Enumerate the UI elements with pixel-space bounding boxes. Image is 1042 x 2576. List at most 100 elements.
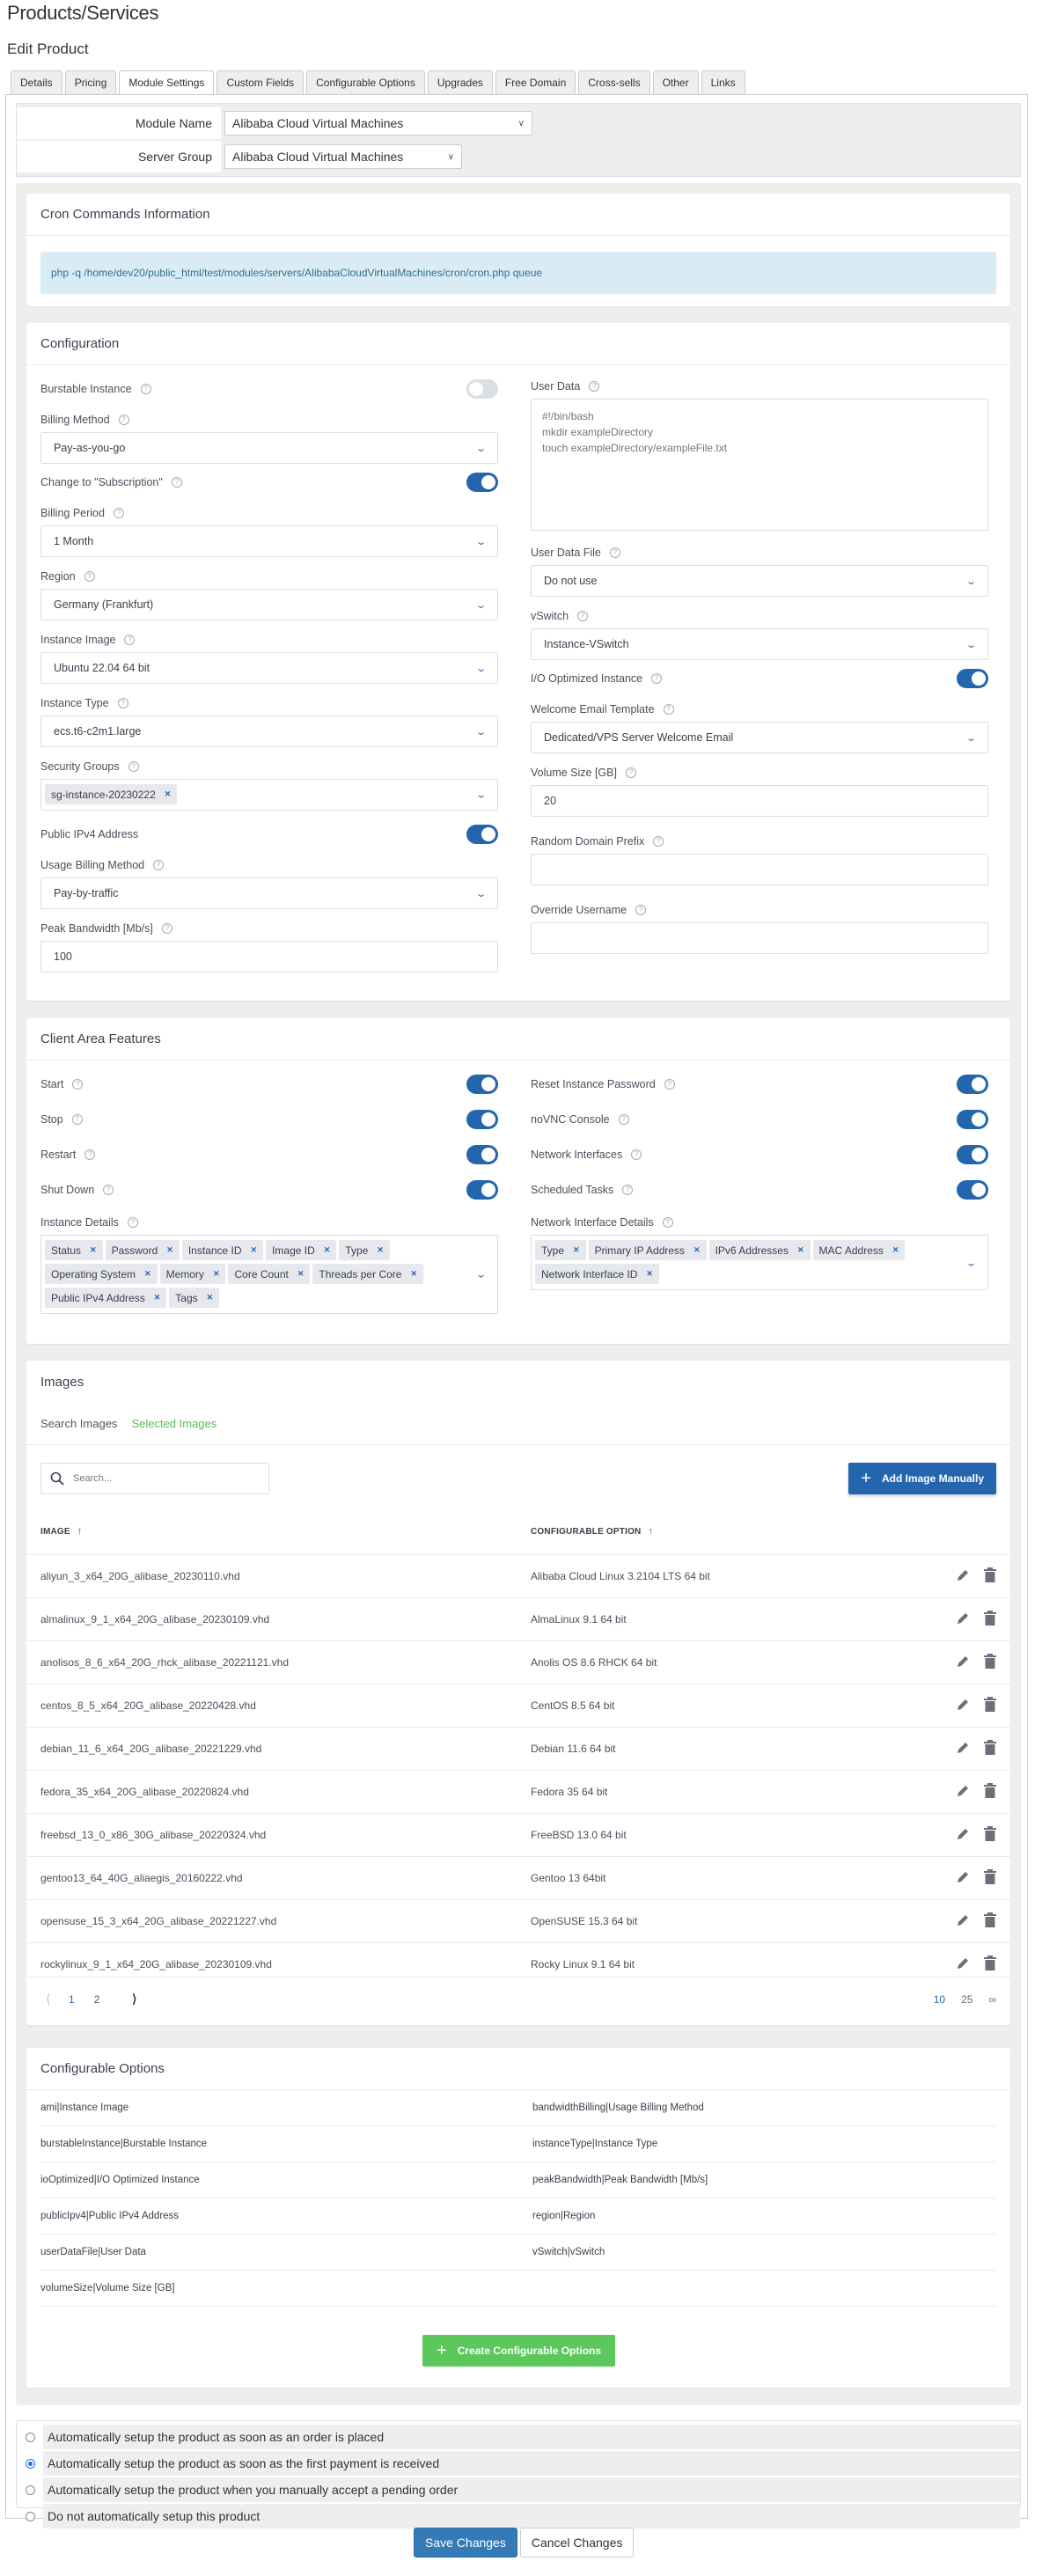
trash-icon[interactable] [984, 1869, 996, 1887]
help-icon[interactable]: ? [663, 704, 674, 715]
tab-details[interactable]: Details [11, 70, 62, 94]
tab-other[interactable]: Other [652, 70, 699, 94]
edit-icon[interactable] [956, 1568, 970, 1585]
help-icon[interactable]: ? [609, 547, 620, 558]
burstable-instance-toggle[interactable] [466, 379, 498, 399]
remove-chip-icon[interactable]: ✕ [646, 1269, 653, 1279]
toggle-restart[interactable] [466, 1145, 498, 1164]
page-size-option[interactable]: 10 [934, 1993, 945, 2006]
prev-page-icon[interactable]: ⟨ [46, 1992, 50, 2007]
trash-icon[interactable] [984, 1697, 996, 1714]
change-subscription-toggle[interactable] [466, 473, 498, 492]
setup-option-label[interactable]: Automatically setup the product when you… [43, 2477, 1020, 2502]
help-icon[interactable]: ? [128, 761, 139, 772]
edit-icon[interactable] [956, 1655, 970, 1671]
remove-chip-icon[interactable]: ✕ [144, 1269, 151, 1279]
edit-icon[interactable] [956, 1956, 970, 1973]
remove-chip-icon[interactable]: ✕ [797, 1245, 804, 1255]
help-icon[interactable]: ? [103, 1185, 114, 1195]
toggle-stop[interactable] [466, 1110, 498, 1129]
help-icon[interactable]: ? [625, 767, 636, 778]
trash-icon[interactable] [984, 1956, 996, 1973]
help-icon[interactable]: ? [84, 571, 95, 582]
remove-chip-icon[interactable]: ✕ [377, 1245, 384, 1255]
toggle-reset-instance-password[interactable] [957, 1075, 988, 1094]
help-icon[interactable]: ? [113, 508, 124, 518]
column-configurable-option[interactable]: CONFIGURABLE OPTION ↑ [531, 1526, 653, 1537]
remove-chip-icon[interactable]: ✕ [324, 1245, 331, 1255]
help-icon[interactable]: ? [118, 415, 129, 425]
volume-size-input[interactable]: 20 [531, 785, 988, 817]
public-ipv4-toggle[interactable] [466, 825, 498, 844]
remove-chip-icon[interactable]: ✕ [166, 1245, 173, 1255]
instance-image-select[interactable]: Ubuntu 22.04 64 bit ⌄ [40, 652, 498, 684]
help-icon[interactable]: ? [651, 673, 663, 684]
setup-option-radio[interactable] [25, 2458, 35, 2469]
usage-billing-select[interactable]: Pay-by-traffic ⌄ [40, 877, 498, 909]
image-search-box[interactable] [40, 1463, 269, 1494]
page-1[interactable]: 1 [69, 1993, 75, 2006]
tab-custom-fields[interactable]: Custom Fields [216, 70, 305, 94]
edit-icon[interactable] [956, 1913, 970, 1930]
remove-chip-icon[interactable]: ✕ [573, 1245, 580, 1255]
remove-chip-icon[interactable]: ✕ [297, 1269, 305, 1279]
tab-pricing[interactable]: Pricing [64, 70, 117, 94]
help-icon[interactable]: ? [127, 1217, 138, 1228]
remove-chip-icon[interactable]: ✕ [154, 1293, 161, 1303]
peak-bandwidth-input[interactable]: 100 [40, 941, 498, 972]
trash-icon[interactable] [984, 1654, 996, 1671]
tab-upgrades[interactable]: Upgrades [427, 70, 493, 94]
help-icon[interactable]: ? [631, 1149, 642, 1160]
toggle-shut-down[interactable] [466, 1180, 498, 1200]
page-size-option[interactable]: ∞ [988, 1993, 996, 2006]
instance-type-select[interactable]: ecs.t6-c2m1.large ⌄ [40, 716, 498, 747]
random-domain-input[interactable] [531, 854, 988, 885]
help-icon[interactable]: ? [622, 1185, 634, 1195]
billing-period-select[interactable]: 1 Month ⌄ [40, 525, 498, 557]
toggle-novnc-console[interactable] [957, 1110, 988, 1129]
tab-links[interactable]: Links [701, 70, 745, 94]
tab-module-settings[interactable]: Module Settings [119, 70, 215, 95]
edit-icon[interactable] [956, 1698, 970, 1714]
trash-icon[interactable] [984, 1611, 996, 1628]
add-image-manually-button[interactable]: + Add Image Manually [848, 1463, 996, 1494]
trash-icon[interactable] [984, 1740, 996, 1758]
save-changes-button[interactable]: Save Changes [414, 2528, 517, 2558]
remove-chip-icon[interactable]: ✕ [892, 1245, 899, 1255]
cancel-changes-button[interactable]: Cancel Changes [519, 2528, 635, 2558]
billing-method-select[interactable]: Pay-as-you-go ⌄ [40, 432, 498, 464]
image-search-input[interactable] [73, 1473, 249, 1484]
help-icon[interactable]: ? [140, 384, 151, 394]
edit-icon[interactable] [956, 1741, 970, 1758]
setup-option-radio[interactable] [25, 2432, 35, 2442]
io-optimized-toggle[interactable] [957, 669, 988, 688]
setup-option-label[interactable]: Automatically setup the product as soon … [43, 2451, 1020, 2476]
help-icon[interactable]: ? [662, 1217, 673, 1228]
page-2[interactable]: 2 [94, 1993, 100, 2006]
tab-configurable-options[interactable]: Configurable Options [306, 70, 425, 94]
tab-search-images[interactable]: Search Images [40, 1417, 117, 1430]
column-image[interactable]: IMAGE ↑ [40, 1526, 531, 1537]
tab-selected-images[interactable]: Selected Images [131, 1417, 216, 1430]
remove-chip-icon[interactable]: ✕ [251, 1245, 258, 1255]
remove-chip-icon[interactable]: ✕ [213, 1269, 220, 1279]
help-icon[interactable]: ? [664, 1079, 675, 1090]
help-icon[interactable]: ? [171, 477, 182, 488]
setup-option-radio[interactable] [25, 2484, 35, 2495]
module-name-select[interactable]: Alibaba Cloud Virtual Machines ∨ [224, 111, 532, 136]
tab-cross-sells[interactable]: Cross-sells [578, 70, 650, 94]
edit-icon[interactable] [956, 1784, 970, 1801]
security-groups-multiselect[interactable]: sg-instance-20230222 ✕ ⌄ [40, 779, 498, 811]
remove-chip-icon[interactable]: ✕ [207, 1293, 214, 1303]
remove-chip-icon[interactable]: ✕ [165, 789, 172, 799]
setup-option-radio[interactable] [25, 2511, 35, 2521]
toggle-start[interactable] [466, 1075, 498, 1094]
instance-details-multiselect[interactable]: Status ✕ Password ✕ Instance ID ✕ Image ID ✕ Typ… [40, 1235, 498, 1314]
network-details-multiselect[interactable]: Type ✕ Primary IP Address ✕ IPv6 Addresses ✕ M… [531, 1235, 988, 1290]
help-icon[interactable]: ? [124, 635, 136, 645]
help-icon[interactable]: ? [618, 1114, 629, 1125]
trash-icon[interactable] [984, 1826, 996, 1844]
region-select[interactable]: Germany (Frankfurt) ⌄ [40, 589, 498, 620]
edit-icon[interactable] [956, 1827, 970, 1844]
user-data-file-select[interactable]: Do not use ⌄ [531, 565, 988, 597]
